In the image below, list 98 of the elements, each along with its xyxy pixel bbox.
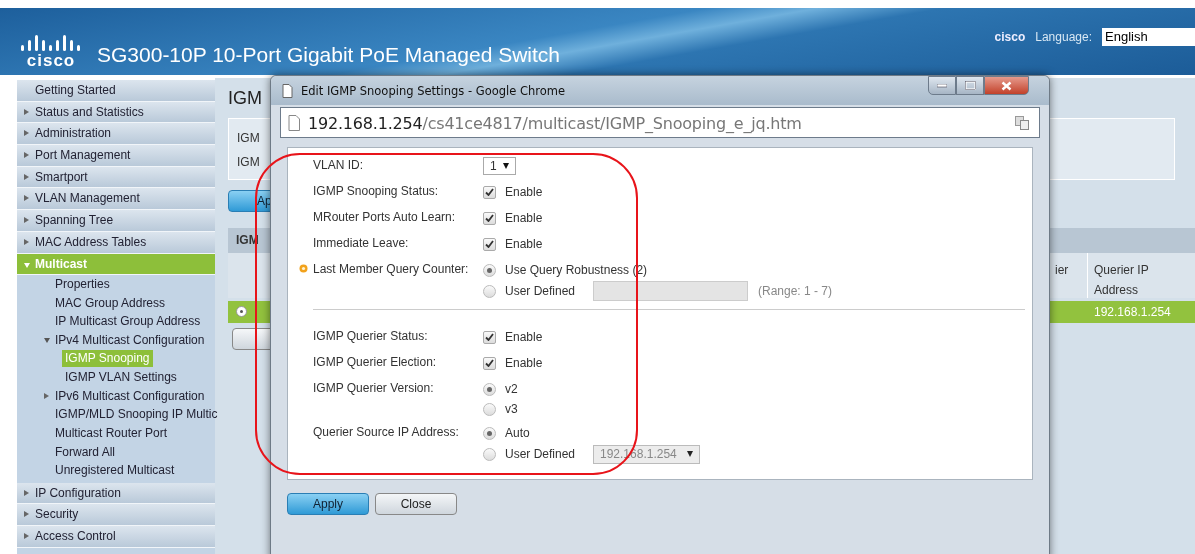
option-label: v3 (505, 401, 518, 418)
field-label: Immediate Leave: (313, 236, 409, 250)
check-icon (485, 333, 494, 341)
column-header: ier (1055, 262, 1069, 279)
column-header: Querier IP Address (1087, 253, 1177, 298)
language-select[interactable]: English (1102, 28, 1195, 46)
radio-button[interactable] (483, 426, 496, 440)
page-icon (282, 84, 293, 98)
option-label: Enable (505, 210, 543, 227)
field-label: IGMP Snooping Status: (313, 184, 439, 198)
collapsed-caret-icon (24, 489, 29, 496)
option-label: Enable (505, 184, 543, 201)
checkbox[interactable] (483, 330, 496, 344)
sidebar-item[interactable]: MAC Group Address (55, 293, 166, 312)
collapsed-caret-icon (24, 238, 29, 245)
minimize-icon (937, 83, 947, 88)
field-label: IGMP Querier Status: (313, 329, 428, 343)
user-name: cisco (994, 29, 1026, 46)
sidebar-item[interactable]: IP Configuration (17, 482, 215, 505)
field-label: VLAN ID: (313, 158, 363, 172)
sidebar-item[interactable]: MAC Address Tables (17, 231, 215, 254)
collapsed-caret-icon (24, 108, 29, 115)
language-label: Language: (1035, 29, 1092, 46)
translate-icon (1015, 116, 1029, 130)
maximize-button[interactable] (956, 76, 984, 95)
sidebar-item[interactable]: Security (17, 504, 215, 527)
minimize-button[interactable] (928, 76, 956, 95)
option-label: Enable (505, 329, 543, 346)
logo-text: cisco (25, 52, 77, 69)
close-icon (1001, 80, 1012, 91)
field-label: IGMP Querier Election: (313, 355, 437, 369)
sidebar-item[interactable]: Multicast Router Port (55, 423, 168, 442)
checkbox[interactable] (483, 185, 496, 199)
sidebar-item[interactable]: Properties (55, 275, 110, 294)
radio-button[interactable] (483, 402, 496, 416)
check-icon (485, 188, 494, 196)
field-label: MRouter Ports Auto Learn: (313, 210, 456, 224)
field-label: IGM (237, 131, 260, 145)
page-icon (288, 115, 300, 131)
field-label: IGMP Querier Version: (313, 381, 434, 395)
sidebar-item[interactable]: Smartport (17, 166, 215, 189)
field-label: Last Member Query Counter: (313, 262, 469, 276)
check-icon (485, 214, 494, 222)
sidebar-item[interactable]: Spanning Tree (17, 210, 215, 232)
expanded-caret-icon (24, 262, 30, 268)
sidebar-item[interactable]: Getting Started (17, 80, 215, 102)
url-text: 192.168.1.254/cs41ce4817/multicast/IGMP_Snooping_e_jq.htm (308, 113, 802, 135)
collapsed-caret-icon (24, 130, 29, 137)
sidebar-item[interactable]: Administration (17, 123, 215, 146)
option-label: Enable (505, 236, 543, 253)
page-title: IGM (228, 87, 262, 110)
checkbox[interactable] (483, 237, 496, 251)
collapsed-caret-icon (24, 195, 29, 202)
sidebar-item[interactable]: Forward All (55, 442, 116, 461)
close-button[interactable] (984, 76, 1029, 95)
close-button[interactable]: Close (375, 493, 457, 515)
check-icon (485, 359, 494, 367)
field-label: Querier Source IP Address: (313, 425, 459, 439)
collapsed-caret-icon (24, 533, 29, 540)
dropdown-arrow-icon (502, 163, 509, 169)
sidebar-item[interactable]: Status and Statistics (17, 101, 215, 124)
maximize-icon (964, 81, 976, 90)
option-label: User Defined (505, 446, 577, 463)
collapsed-caret-icon (24, 173, 29, 180)
checkbox[interactable] (483, 211, 496, 225)
sidebar-item[interactable]: VLAN Management (17, 188, 215, 211)
option-label: Auto (505, 425, 530, 442)
sidebar-item[interactable]: IPv6 Multicast Configuration (55, 386, 205, 405)
option-label: User Defined (505, 283, 577, 300)
app-title: SG300-10P 10-Port Gigabit PoE Managed Switch (97, 42, 561, 68)
sidebar-item[interactable]: IGMP VLAN Settings (65, 368, 177, 387)
option-label: v2 (505, 381, 518, 398)
collapsed-caret-icon (24, 217, 29, 224)
table-cell-text: 192.168.1.254 (1094, 304, 1171, 321)
sidebar-item[interactable]: Unregistered Multicast (55, 461, 175, 480)
range-hint: (Range: 1 - 7) (758, 283, 833, 300)
radio-button[interactable] (483, 447, 496, 461)
sidebar-item[interactable]: IP Multicast Group Address (55, 312, 201, 331)
sidebar-item[interactable]: IPv4 Multicast Configuration (55, 330, 205, 349)
radio-button[interactable] (483, 284, 496, 298)
dropdown-arrow-icon (686, 451, 693, 457)
apply-button[interactable]: Apply (287, 493, 369, 515)
check-icon (485, 240, 494, 248)
vlan-select[interactable]: 1 (483, 157, 516, 175)
sidebar-item[interactable]: IGMP/MLD Snooping IP Multic (55, 405, 218, 424)
sidebar-item[interactable]: Port Management (17, 145, 215, 167)
field-label: IGM (237, 155, 260, 169)
collapsed-caret-icon (24, 152, 29, 159)
expanded-caret-icon[interactable] (44, 337, 50, 343)
sidebar-item[interactable]: Access Control (17, 526, 215, 548)
radio-button[interactable] (483, 382, 496, 396)
collapsed-caret-icon (24, 511, 29, 518)
window-title: Edit IGMP Snooping Settings - Google Chrome (301, 83, 566, 100)
radio-button[interactable] (483, 263, 496, 277)
option-label: Enable (505, 355, 543, 372)
row-radio[interactable] (236, 306, 247, 317)
collapsed-caret-icon[interactable] (44, 392, 49, 399)
checkbox[interactable] (483, 356, 496, 370)
